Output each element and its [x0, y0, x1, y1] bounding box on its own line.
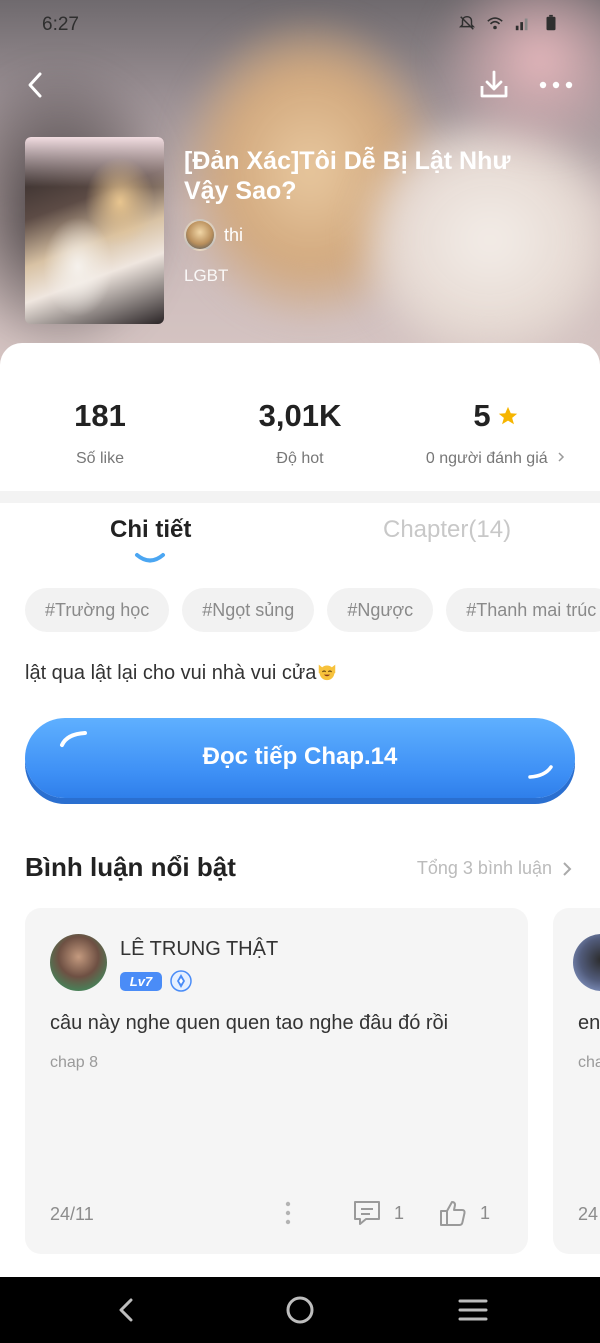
kebab-icon[interactable] — [282, 1200, 294, 1226]
cat-emoji-icon — [319, 664, 336, 681]
author-avatar — [184, 219, 216, 251]
tag-chip[interactable]: #Ngọt sủng — [182, 588, 315, 632]
comment-chapter: chap 8 — [50, 1054, 99, 1071]
rating-label: 0 người đánh giá — [425, 450, 548, 467]
signal-icon — [515, 18, 528, 31]
level-badge: Lv7 — [120, 972, 162, 991]
tab-chapters[interactable]: Chapter(14) — [383, 516, 511, 544]
rating-value-row: 5 — [473, 398, 518, 434]
book-title: [Đản Xác]Tôi Dễ Bị Lật Như Vậy Sao? — [184, 147, 511, 205]
system-nav-bar — [0, 1277, 600, 1343]
wifi-icon — [487, 17, 503, 30]
reply-button[interactable]: 1 — [352, 1198, 404, 1228]
comment-icon — [354, 1201, 380, 1225]
comment-text: en — [578, 1012, 600, 1034]
like-button[interactable]: 1 — [438, 1198, 490, 1228]
tab-active-indicator — [135, 553, 165, 563]
nav-back-icon[interactable] — [113, 1295, 141, 1325]
comment-card[interactable]: LÊ TRUNG THẬT Lv7 câu này nghe quen quen… — [25, 908, 528, 1254]
reply-count: 1 — [394, 1202, 405, 1223]
book-detail-screen: 6:27 [Đản Xác]Tôi Dễ Bị Lật Như Vậy Sao?… — [0, 0, 600, 1343]
commenter-avatar[interactable] — [573, 934, 600, 991]
author-name: thi — [224, 224, 244, 245]
chevron-right-icon — [558, 452, 565, 462]
tag-list: #Trường học #Ngọt sủng #Ngược #Thanh mai… — [25, 588, 600, 632]
comment-date: 24 — [578, 1204, 599, 1224]
description-text: lật qua lật lại cho vui nhà vui cửa — [25, 662, 317, 684]
comments-total: Tổng 3 bình luận — [416, 858, 552, 878]
stat-rating[interactable]: 5 0 người đánh giá — [396, 398, 596, 468]
nav-home-icon[interactable] — [285, 1295, 315, 1325]
tab-detail[interactable]: Chi tiết — [110, 516, 191, 544]
section-divider — [0, 491, 600, 503]
commenter-avatar[interactable] — [50, 934, 107, 991]
like-count: 1 — [480, 1202, 491, 1223]
likes-value: 181 — [74, 398, 126, 433]
download-icon[interactable] — [474, 66, 514, 106]
author-row[interactable]: thi — [184, 219, 243, 251]
star-icon — [498, 406, 517, 425]
commenter-name: LÊ TRUNG THẬT — [120, 938, 279, 960]
book-genre: LGBT — [184, 266, 229, 285]
continue-reading-label: Đọc tiếp Chap.14 — [202, 743, 398, 770]
book-description: lật qua lật lại cho vui nhà vui cửa — [25, 660, 338, 685]
hot-value: 3,01K — [258, 398, 342, 433]
comment-chapter: cha — [578, 1054, 600, 1071]
nav-recents-icon[interactable] — [457, 1297, 489, 1323]
likes-label: Số like — [75, 450, 125, 467]
rating-value: 5 — [473, 398, 491, 433]
status-bar: 6:27 — [0, 0, 600, 52]
top-bar — [0, 64, 600, 108]
continue-reading-button[interactable]: Đọc tiếp Chap.14 — [25, 718, 575, 798]
battery-icon — [546, 14, 556, 31]
thumbs-up-icon — [440, 1201, 466, 1226]
back-icon[interactable] — [22, 66, 52, 104]
book-cover[interactable] — [25, 137, 164, 324]
status-icons — [458, 14, 560, 32]
hot-label: Độ hot — [276, 450, 324, 467]
button-highlight — [60, 731, 87, 747]
stat-hot: 3,01K Độ hot — [200, 398, 400, 468]
tag-chip[interactable]: #Thanh mai trúc — [446, 588, 600, 632]
rating-label-row: 0 người đánh giá — [396, 450, 596, 468]
stat-likes: 181 Số like — [0, 398, 200, 468]
tag-chip[interactable]: #Ngược — [327, 588, 434, 632]
more-icon[interactable] — [534, 70, 578, 100]
comment-date: 24/11 — [50, 1204, 94, 1224]
status-time: 6:27 — [42, 14, 79, 35]
button-highlight — [528, 765, 553, 779]
mute-icon — [458, 15, 476, 30]
stats-card: 181 Số like 3,01K Độ hot 5 0 người đánh … — [0, 343, 600, 491]
chevron-right-icon — [563, 861, 572, 876]
comments-total-link[interactable]: Tổng 3 bình luận — [417, 858, 572, 879]
comment-card[interactable]: en cha 24 — [553, 908, 600, 1254]
vip-badge-icon — [170, 970, 192, 992]
comments-section-title: Bình luận nổi bật — [25, 852, 236, 882]
tag-chip[interactable]: #Trường học — [25, 588, 170, 632]
comment-text: câu này nghe quen quen tao nghe đâu đó r… — [50, 1012, 449, 1034]
